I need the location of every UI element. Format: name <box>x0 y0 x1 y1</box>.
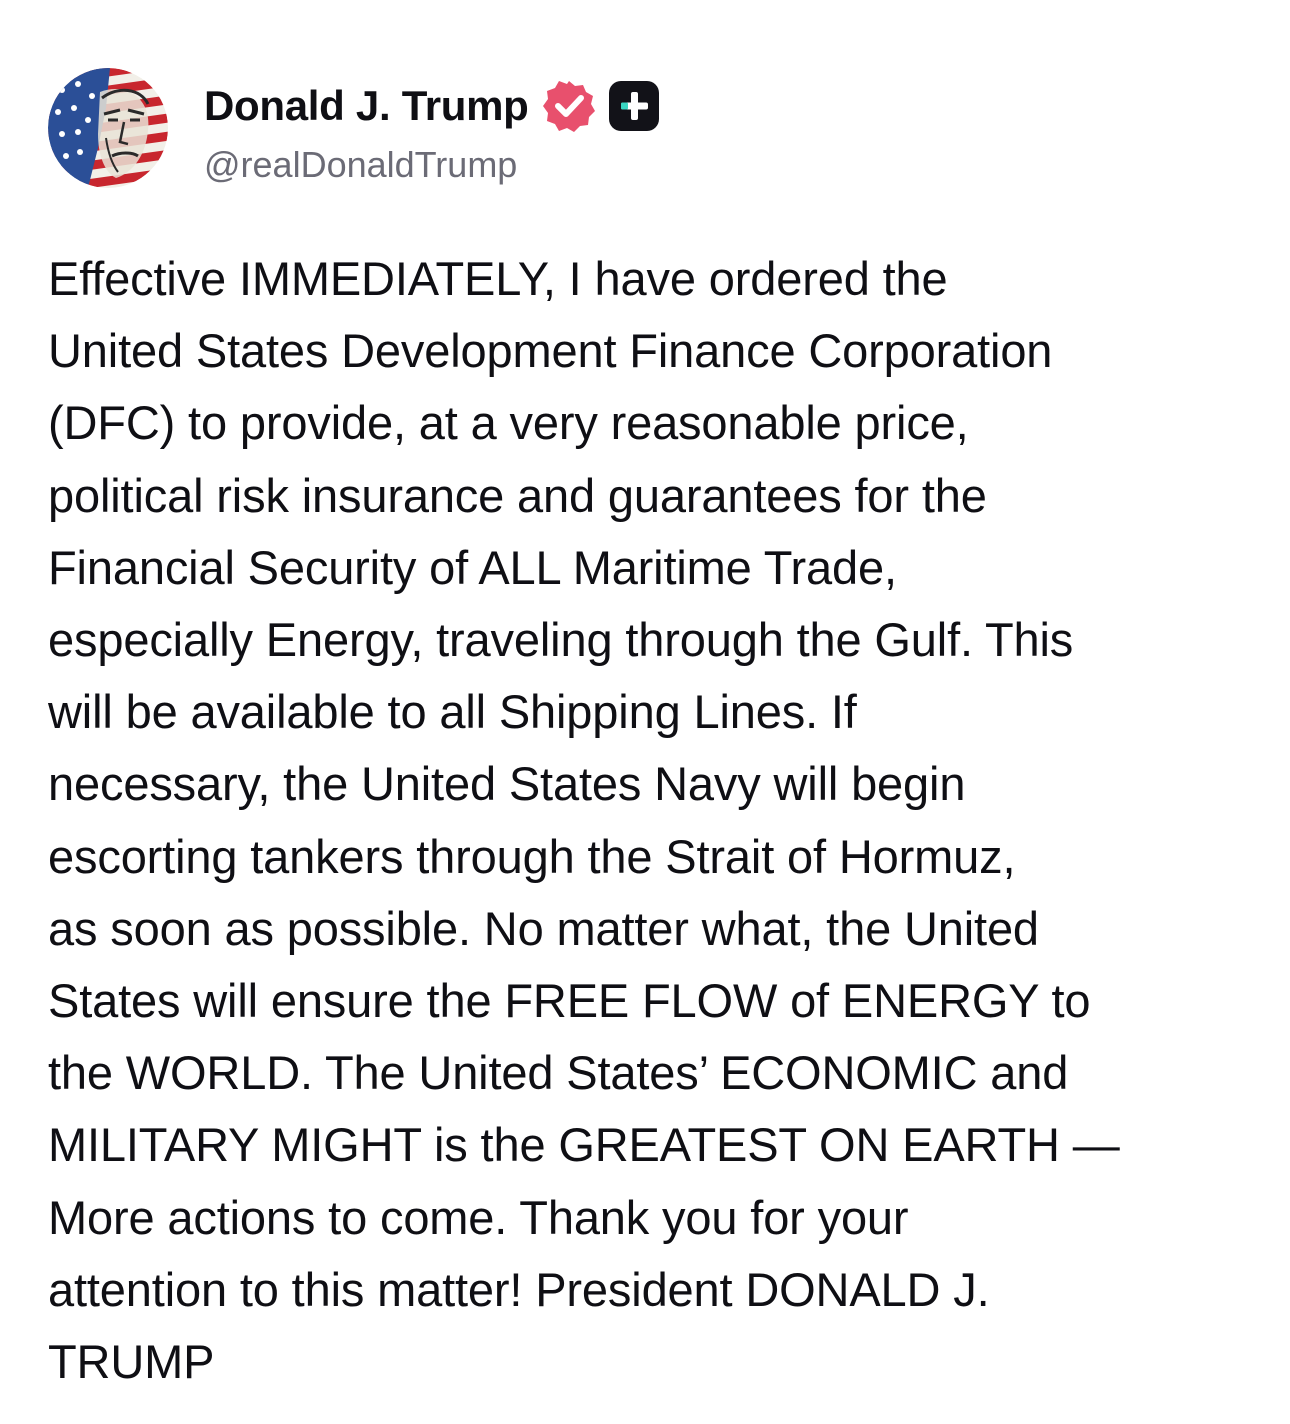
author-name-row: Donald J. Trump <box>204 80 661 132</box>
post-body-line: necessary, the United States Navy will b… <box>48 757 966 811</box>
post-body-line: the WORLD. The United States’ ECONOMIC a… <box>48 1046 1069 1100</box>
author-display-name[interactable]: Donald J. Trump <box>204 82 529 130</box>
post-body-line: MILITARY MIGHT is the GREATEST ON EARTH … <box>48 1118 1120 1172</box>
author-handle[interactable]: @realDonaldTrump <box>204 144 517 186</box>
post-body-line: will be available to all Shipping Lines.… <box>48 685 857 739</box>
post-body-line: escorting tankers through the Strait of … <box>48 829 1016 883</box>
post-body-line: States will ensure the FREE FLOW of ENER… <box>48 974 1091 1028</box>
post-body-line: attention to this matter! President DONA… <box>48 1262 990 1316</box>
avatar[interactable] <box>48 68 168 188</box>
plus-badge-icon <box>607 79 661 133</box>
post-body-line: More actions to come. Thank you for your <box>48 1190 909 1244</box>
post-body-line: (DFC) to provide, at a very reasonable p… <box>48 396 969 450</box>
post-body-line: TRUMP <box>48 1335 215 1389</box>
post-header: Donald J. Trump @realDonaldTrump <box>48 68 1238 190</box>
avatar-image <box>48 68 168 188</box>
verified-badge-icon <box>541 78 597 134</box>
post-body: Effective IMMEDIATELY, I have ordered th… <box>48 243 1253 1398</box>
post-body-line: United States Development Finance Corpor… <box>48 324 1053 378</box>
post-body-line: Effective IMMEDIATELY, I have ordered th… <box>48 252 948 305</box>
post-body-line: Financial Security of ALL Maritime Trade… <box>48 540 897 594</box>
post-card: Donald J. Trump @realDonaldTrump Effecti… <box>0 0 1290 1424</box>
post-body-line: political risk insurance and guarantees … <box>48 468 987 522</box>
post-body-line: as soon as possible. No matter what, the… <box>48 901 1039 955</box>
post-body-line: especially Energy, traveling through the… <box>48 613 1074 667</box>
